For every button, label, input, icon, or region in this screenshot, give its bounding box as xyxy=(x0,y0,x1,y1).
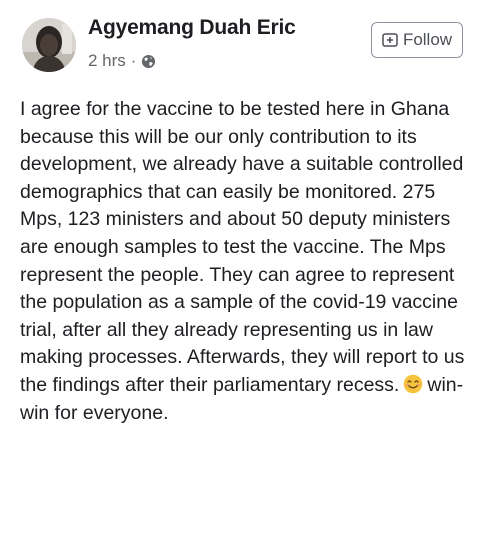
follow-label: Follow xyxy=(402,30,453,49)
meta-separator: · xyxy=(130,51,137,70)
author-avatar[interactable] xyxy=(22,18,76,72)
post-meta: 2 hrs · xyxy=(88,51,156,71)
smiling-face-emoji xyxy=(403,374,423,394)
add-friend-icon xyxy=(382,32,398,48)
facebook-post: Agyemang Duah Eric 2 hrs · Follow I agre… xyxy=(0,0,480,536)
author-name[interactable]: Agyemang Duah Eric xyxy=(88,16,296,40)
globe-icon[interactable] xyxy=(141,54,156,69)
follow-button[interactable]: Follow xyxy=(371,22,463,58)
post-text: I agree for the vaccine to be tested her… xyxy=(20,98,465,396)
post-body: I agree for the vaccine to be tested her… xyxy=(20,96,468,427)
post-time[interactable]: 2 hrs xyxy=(88,51,126,71)
avatar-photo xyxy=(22,18,76,72)
